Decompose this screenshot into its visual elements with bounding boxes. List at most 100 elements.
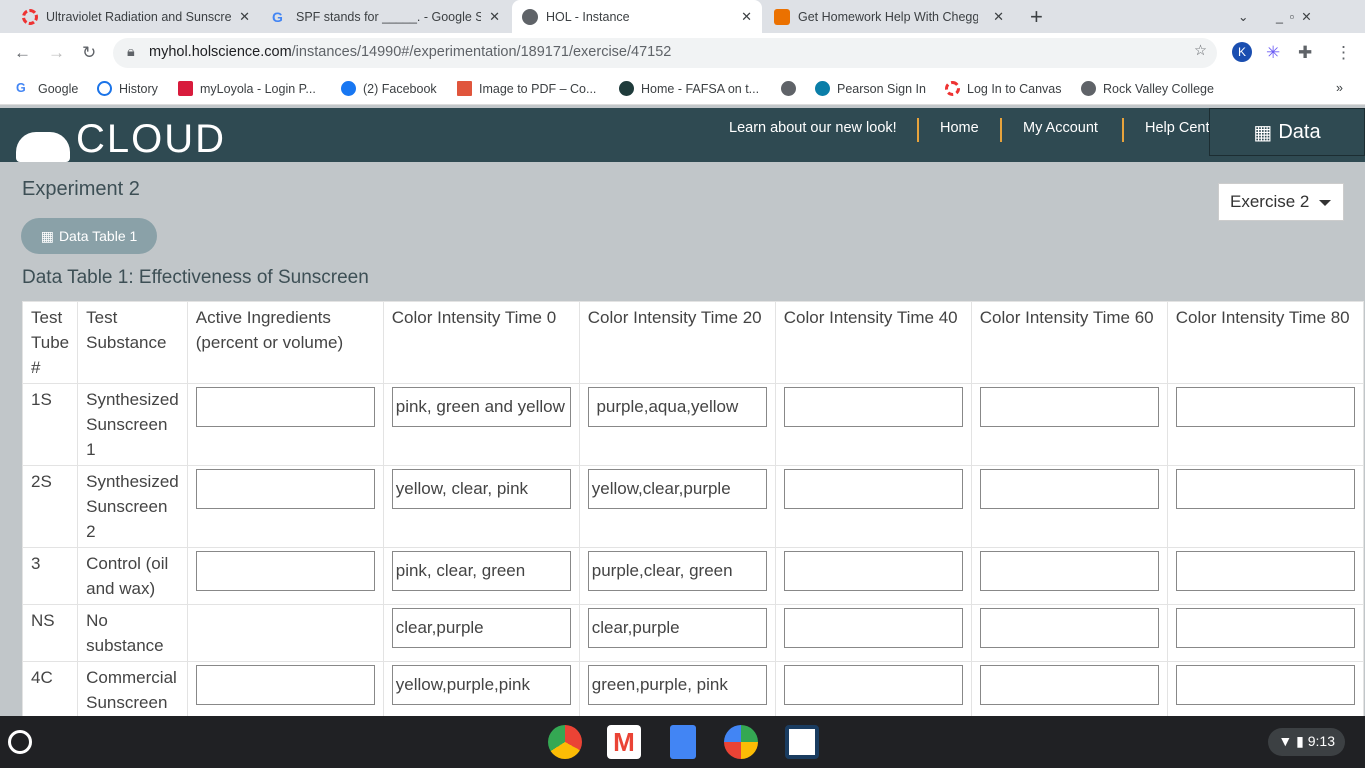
value-input[interactable] <box>979 551 1159 591</box>
star-icon[interactable]: ☆ <box>1194 43 1207 59</box>
new-tab-button[interactable]: + <box>1020 0 1053 33</box>
value-input[interactable]: clear,purple <box>587 608 767 648</box>
value-input[interactable] <box>979 608 1159 648</box>
forward-icon[interactable]: → <box>48 43 65 63</box>
tab-spf[interactable]: G SPF stands for _____. - Google Se ✕ <box>262 0 510 33</box>
fsa-icon <box>619 81 634 96</box>
value-cell: yellow,purple,pink <box>382 661 580 719</box>
os-shelf: M ▼ ▮ 9:13 <box>0 716 1365 768</box>
exercise-select[interactable]: Exercise 2 <box>1218 183 1344 221</box>
value-input[interactable] <box>783 387 963 427</box>
value-input[interactable]: yellow, clear, pink <box>391 469 571 509</box>
value-input[interactable] <box>783 608 963 648</box>
value-input[interactable] <box>1175 551 1355 591</box>
value-cell: clear,purple <box>578 604 776 662</box>
status-tray[interactable]: ▼ ▮ 9:13 <box>1268 728 1345 756</box>
bookmark-pearson[interactable]: Pearson Sign In <box>815 81 926 96</box>
tab-search-icon[interactable]: ⌄ <box>1228 0 1258 33</box>
img-pdf-icon <box>457 81 472 96</box>
cloud-logo[interactable]: CLOUD <box>16 122 226 162</box>
back-icon[interactable]: ← <box>14 43 31 63</box>
value-input[interactable] <box>195 387 375 427</box>
home-link[interactable]: Home <box>940 120 979 136</box>
tube-cell: 1S <box>21 383 79 466</box>
value-cell <box>1166 604 1364 662</box>
value-input[interactable] <box>783 551 963 591</box>
column-header: Color Intensity Time 40 <box>774 301 972 384</box>
bookmark-globe[interactable] <box>781 81 796 96</box>
bookmark-canvas[interactable]: Log In to Canvas <box>945 81 1062 96</box>
app-icon[interactable] <box>785 725 819 759</box>
table-row: 3 Control (oil and wax) pink, clear, green… <box>21 547 1364 605</box>
value-input[interactable]: yellow,clear,purple <box>587 469 767 509</box>
value-input[interactable] <box>1175 608 1355 648</box>
tab-hol-instance[interactable]: HOL - Instance ✕ <box>512 0 762 33</box>
bookmark-history[interactable]: History <box>97 81 158 96</box>
bookmark-image-to-pdf[interactable]: Image to PDF – Co... <box>457 81 596 96</box>
table-title: Data Table 1: Effectiveness of Sunscreen <box>22 267 369 288</box>
table-row: 2S Synthesized Sunscreen 2 yellow, clear, … <box>21 465 1364 548</box>
value-input[interactable] <box>1175 387 1355 427</box>
value-input[interactable] <box>783 469 963 509</box>
extension-k-icon[interactable]: K <box>1232 42 1252 62</box>
window-controls[interactable]: _ ▫ ✕ <box>1266 0 1322 33</box>
bookmark-fafsa[interactable]: Home - FAFSA on t... <box>619 81 759 96</box>
column-header: Color Intensity Time 20 <box>578 301 776 384</box>
more-bookmarks[interactable]: » <box>1336 81 1343 95</box>
close-tab-icon[interactable]: ✕ <box>741 9 752 25</box>
data-button[interactable]: ▦ Data <box>1209 108 1365 156</box>
column-header: Color Intensity Time 0 <box>382 301 580 384</box>
substance-cell: Control (oil and wax) <box>77 547 188 605</box>
value-input[interactable]: yellow,purple,pink <box>391 665 571 705</box>
help-center-link[interactable]: Help Cent <box>1145 120 1209 136</box>
value-input[interactable] <box>195 551 375 591</box>
value-cell: green,purple, pink <box>578 661 776 719</box>
value-input[interactable] <box>979 469 1159 509</box>
globe-icon <box>781 81 796 96</box>
gmail-icon[interactable]: M <box>607 725 641 759</box>
table-icon: ▦ <box>40 227 54 244</box>
chrome-icon[interactable] <box>548 725 582 759</box>
google-icon: G <box>272 8 283 25</box>
value-input[interactable] <box>783 665 963 705</box>
puzzle-icon[interactable]: ✚ <box>1298 43 1312 63</box>
value-input[interactable] <box>1175 469 1355 509</box>
value-input[interactable]: pink, clear, green <box>391 551 571 591</box>
value-cell <box>186 383 384 466</box>
play-store-icon[interactable] <box>724 725 758 759</box>
bookmark-rock-valley[interactable]: Rock Valley College <box>1081 81 1214 96</box>
value-cell <box>774 383 972 466</box>
extension-star-icon[interactable]: ✳ <box>1266 43 1280 63</box>
value-input[interactable] <box>195 469 375 509</box>
value-input[interactable]: pink, green and yellow <box>391 387 571 427</box>
value-input[interactable] <box>979 387 1159 427</box>
value-input[interactable]: green,purple, pink <box>587 665 767 705</box>
tube-cell: 2S <box>21 465 79 548</box>
value-cell <box>970 547 1168 605</box>
value-input[interactable] <box>195 665 375 705</box>
value-input[interactable] <box>1175 665 1355 705</box>
learn-new-look-link[interactable]: Learn about our new look! <box>729 120 897 136</box>
launcher-icon[interactable] <box>8 730 32 754</box>
value-input[interactable] <box>979 665 1159 705</box>
my-account-link[interactable]: My Account <box>1023 120 1098 136</box>
url-input[interactable]: 🔒︎ myhol.holscience.com/instances/14990#/… <box>113 38 1217 68</box>
menu-icon[interactable]: ⋮ <box>1335 43 1352 63</box>
value-input[interactable]: purple,clear, green <box>587 551 767 591</box>
reload-icon[interactable]: ↻ <box>82 43 96 63</box>
data-table-1-pill[interactable]: ▦ Data Table 1 <box>21 218 157 254</box>
bookmark-google[interactable]: G Google <box>16 81 78 96</box>
value-cell <box>970 661 1168 719</box>
close-tab-icon[interactable]: ✕ <box>489 9 500 25</box>
value-input[interactable]: purple,aqua,yellow <box>587 387 767 427</box>
caret-down-icon <box>1319 200 1331 212</box>
close-tab-icon[interactable]: ✕ <box>993 9 1004 25</box>
tab-ultraviolet[interactable]: Ultraviolet Radiation and Sunscre ✕ <box>12 0 260 33</box>
docs-icon[interactable] <box>670 725 696 759</box>
value-cell <box>774 465 972 548</box>
close-tab-icon[interactable]: ✕ <box>239 9 250 25</box>
value-input[interactable]: clear,purple <box>391 608 571 648</box>
bookmark-facebook[interactable]: (2) Facebook <box>341 81 437 96</box>
bookmark-myloyola[interactable]: myLoyola - Login P... <box>178 81 316 96</box>
tab-chegg[interactable]: Get Homework Help With Chegg ✕ <box>764 0 1014 33</box>
